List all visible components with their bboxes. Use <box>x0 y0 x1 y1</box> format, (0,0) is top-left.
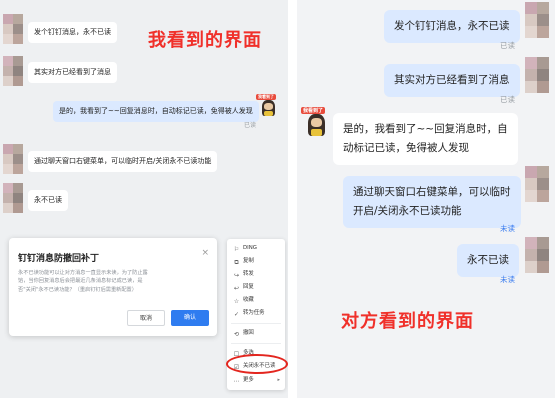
confirm-button[interactable]: 确认 <box>171 310 209 326</box>
menu-item-label: 转发 <box>243 271 254 277</box>
anti-recall-patch-dialog: 钉钉消息防撤回补丁 × 永不已读功能可以让对方消息一直显示未读，为了防止露 馅，… <box>9 238 217 336</box>
message-bubble[interactable]: 其实对方已经看到了消息 <box>384 64 520 97</box>
message-bubble[interactable]: 发个钉钉消息，永不已读 <box>28 22 117 43</box>
message-bubble[interactable]: 通过聊天窗口右键菜单，可以临时 开启/关闭永不已读功能 <box>343 176 521 228</box>
menu-item-label: DING <box>243 245 257 251</box>
highlight-circle <box>226 354 288 374</box>
menu-item-label: 更多 <box>243 377 254 383</box>
message-bubble[interactable]: 是的，我看到了~~回复消息时，自动标记已读，免得被人发现 <box>53 101 259 122</box>
copy-icon: ⧉ <box>234 259 239 266</box>
forward-icon: ↪ <box>233 272 240 279</box>
avatar[interactable] <box>3 144 23 174</box>
ding-icon: ⚐ <box>233 246 240 253</box>
menu-item-more[interactable]: ⋯ 更多 ▸ <box>227 375 285 386</box>
sticker-tag: 我看到了 <box>301 107 326 114</box>
menu-item-reply[interactable]: ↩ 回复 <box>227 282 285 293</box>
menu-item-convert-to-task[interactable]: ✓ 转为任务 <box>227 308 285 319</box>
read-status: 已读 <box>500 41 515 50</box>
menu-divider <box>231 323 281 324</box>
menu-item-copy[interactable]: ⧉ 复制 <box>227 256 285 267</box>
menu-item-label: 转为任务 <box>243 310 265 316</box>
avatar[interactable] <box>525 2 549 38</box>
cancel-button[interactable]: 取消 <box>127 310 165 326</box>
menu-item-label: 回复 <box>243 284 254 290</box>
avatar[interactable] <box>525 237 549 273</box>
avatar[interactable] <box>525 57 549 93</box>
sticker-tag: 我看到了 <box>256 94 276 100</box>
read-status: 已读 <box>244 122 257 129</box>
avatar[interactable] <box>525 166 549 202</box>
recall-icon: ⟲ <box>233 331 240 338</box>
avatar[interactable] <box>3 56 23 86</box>
menu-item-recall[interactable]: ⟲ 撤回 <box>227 328 285 339</box>
menu-item-label: 撤回 <box>243 330 254 336</box>
message-bubble[interactable]: 发个钉钉消息，永不已读 <box>384 10 520 43</box>
panel-caption: 我看到的界面 <box>148 30 262 51</box>
message-bubble[interactable]: 通过聊天窗口右键菜单，可以临时开启/关闭永不已读功能 <box>28 151 218 172</box>
menu-item-ding[interactable]: ⚐ DING <box>227 243 285 254</box>
menu-divider <box>231 343 281 344</box>
task-icon: ✓ <box>233 311 240 318</box>
unread-status: 未读 <box>500 224 515 233</box>
avatar[interactable] <box>3 183 23 213</box>
avatar[interactable] <box>3 14 23 44</box>
dialog-title: 钉钉消息防撤回补丁 <box>18 254 100 264</box>
more-icon: ⋯ <box>233 378 240 385</box>
recipient-view-panel: 发个钉钉消息，永不已读 已读 其实对方已经看到了消息 已读 我看到了 是的，我看… <box>297 0 555 398</box>
dialog-body: 永不已读功能可以让对方消息一直显示未读，为了防止露 馅，当你回复消息后会把最近几… <box>18 270 148 293</box>
message-bubble[interactable]: 永不已读 <box>28 190 68 211</box>
chevron-right-icon: ▸ <box>277 377 280 383</box>
close-icon[interactable]: × <box>201 248 209 258</box>
reply-icon: ↩ <box>233 285 240 292</box>
menu-item-label: 收藏 <box>243 297 254 303</box>
read-status: 已读 <box>500 95 515 104</box>
sticker-avatar: 我看到了 <box>301 107 331 141</box>
message-bubble[interactable]: 永不已读 <box>457 244 519 277</box>
star-icon: ☆ <box>233 298 240 305</box>
panel-caption: 对方看到的界面 <box>341 311 474 332</box>
my-view-panel: 发个钉钉消息，永不已读 其实对方已经看到了消息 是的，我看到了~~回复消息时，自… <box>0 0 288 398</box>
unread-status: 未读 <box>500 275 515 284</box>
menu-item-label: 复制 <box>243 258 254 264</box>
sticker-avatar: 我看到了 <box>256 94 280 118</box>
menu-item-favorite[interactable]: ☆ 收藏 <box>227 295 285 306</box>
message-bubble[interactable]: 其实对方已经看到了消息 <box>28 62 117 83</box>
menu-item-forward[interactable]: ↪ 转发 <box>227 269 285 280</box>
message-bubble[interactable]: 是的，我看到了~~回复消息时，自 动标记已读，免得被人发现 <box>333 113 518 165</box>
